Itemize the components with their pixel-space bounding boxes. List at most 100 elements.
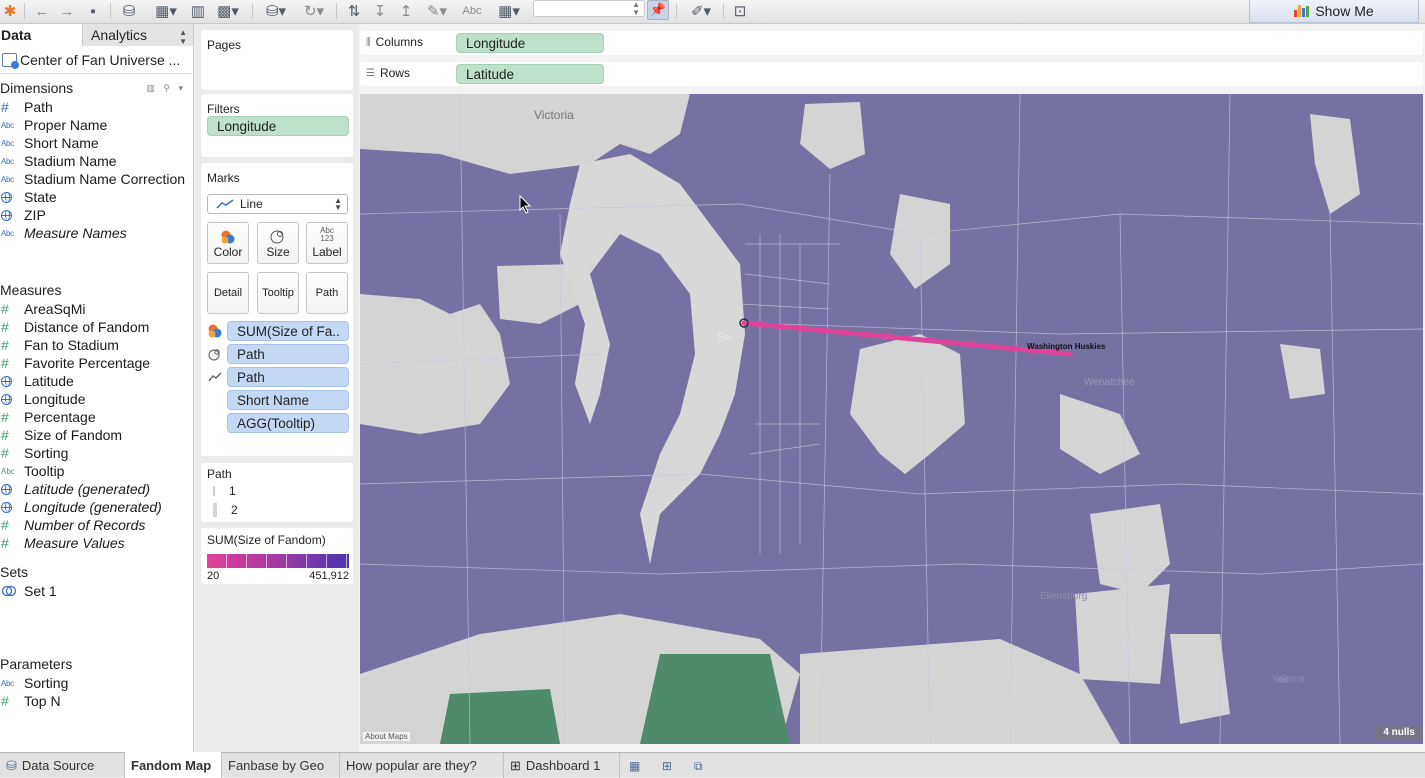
path-legend-card[interactable]: Path 1 2 <box>201 463 353 522</box>
field-item[interactable]: # Distance of Fandom <box>0 318 149 336</box>
field-item[interactable]: Abc Short Name <box>0 134 99 152</box>
field-item[interactable]: Abc Stadium Name Correction <box>0 170 185 188</box>
save-icon[interactable]: ▪ <box>84 1 102 21</box>
field-item[interactable]: Latitude <box>0 372 74 390</box>
field-item[interactable]: # Path <box>0 98 53 116</box>
tab-fanbase-by-geo[interactable]: Fanbase by Geo <box>222 753 340 778</box>
fix-axes-button[interactable]: 📌 <box>647 0 669 20</box>
field-item[interactable]: # Size of Fandom <box>0 426 122 444</box>
sort-ascending-icon[interactable]: ↧ <box>370 1 390 21</box>
tableau-logo-icon[interactable]: ✱ <box>2 1 18 21</box>
marks-pill-size-of-fandom[interactable]: SUM(Size of Fa.. <box>227 321 349 341</box>
field-item[interactable]: Abc Tooltip <box>0 462 64 480</box>
measure-hash-icon: # <box>1 319 9 335</box>
path-legend-item[interactable]: 1 <box>213 484 236 498</box>
columns-icon: ⫼ <box>366 36 371 48</box>
field-item[interactable]: State <box>0 188 57 206</box>
forest-region <box>640 654 790 744</box>
tab-analytics[interactable]: Analytics ▲ ▼ <box>82 24 193 46</box>
tab-fandom-map[interactable]: Fandom Map <box>124 752 222 778</box>
marks-pill-path[interactable]: Path <box>227 367 349 387</box>
tooltip-button[interactable]: Tooltip <box>257 272 299 314</box>
marks-pill-short-name[interactable]: Short Name <box>227 390 349 410</box>
field-item[interactable]: Abc Measure Names <box>0 224 127 242</box>
nulls-indicator[interactable]: 4 nulls <box>1375 725 1423 740</box>
field-item[interactable]: Abc Proper Name <box>0 116 107 134</box>
path-button-label: Path <box>315 287 339 299</box>
redo-icon[interactable]: → <box>57 1 77 21</box>
new-worksheet-icon[interactable]: ▦▾ <box>150 1 182 21</box>
color-gradient-ramp <box>207 554 349 568</box>
new-dashboard-icon[interactable]: ⊞ <box>662 759 672 773</box>
field-item[interactable]: Longitude <box>0 390 86 408</box>
undo-icon[interactable]: ← <box>32 1 52 21</box>
color-button[interactable]: Color <box>207 222 249 264</box>
fit-select[interactable]: ▲ ▼ <box>533 0 645 17</box>
field-item[interactable]: ZIP <box>0 206 46 224</box>
show-me-button[interactable]: Show Me <box>1249 0 1419 23</box>
pane-menu-icon[interactable]: ▲ ▼ <box>179 28 187 46</box>
washington-huskies-label[interactable]: Washington Huskies <box>1027 342 1105 351</box>
field-label: Longitude <box>24 391 86 407</box>
color-legend-min: 20 <box>207 570 220 582</box>
field-item[interactable]: # AreaSqMi <box>0 300 85 318</box>
label-button[interactable]: Abc 123 Label <box>306 222 348 264</box>
presentation-mode-icon[interactable]: ⊡ <box>730 1 750 21</box>
pause-updates-icon[interactable]: ⛁▾ <box>260 1 292 21</box>
about-maps-link[interactable]: About Maps <box>363 732 410 741</box>
marks-pill-tooltip[interactable]: AGG(Tooltip) <box>227 413 349 433</box>
columns-shelf[interactable]: ⫼ Columns Longitude <box>360 31 1423 55</box>
fit-dropdown-icon[interactable]: ▦▾ <box>492 1 526 21</box>
filter-pill-longitude[interactable]: Longitude <box>207 116 349 136</box>
new-datasource-icon[interactable]: ⛁ <box>118 1 140 21</box>
tab-data-source[interactable]: ⛁ Data Source <box>0 753 125 778</box>
field-item[interactable]: Set 1 <box>0 582 57 600</box>
field-item[interactable]: # Measure Values <box>0 534 125 552</box>
tab-dashboard-1[interactable]: ⊞ Dashboard 1 <box>504 753 620 778</box>
rows-shelf[interactable]: ☰ Rows Latitude <box>360 62 1423 86</box>
datasource-icon <box>2 52 19 69</box>
label-button-label: Label <box>312 245 342 259</box>
tab-data[interactable]: Data <box>0 24 82 46</box>
clear-sheet-icon[interactable]: ▩▾ <box>212 1 244 21</box>
marks-pill-path-size[interactable]: Path <box>227 344 349 364</box>
tab-how-popular[interactable]: How popular are they? <box>340 753 504 778</box>
path-button[interactable]: Path <box>306 272 348 314</box>
color-legend-card[interactable]: SUM(Size of Fandom) 20 451,912 <box>201 528 353 584</box>
sort-descending-icon[interactable]: ↥ <box>396 1 416 21</box>
columns-pill-longitude[interactable]: Longitude <box>456 33 604 53</box>
string-abc-icon: Abc <box>1 120 14 130</box>
path-legend-item[interactable]: 2 <box>213 503 238 517</box>
field-item[interactable]: Latitude (generated) <box>0 480 150 498</box>
dimensions-tools-icon[interactable]: ▥ ⚲ ▾ <box>146 83 186 94</box>
show-mark-labels-icon[interactable]: Abc <box>459 1 485 21</box>
annotate-icon[interactable]: ✐▾ <box>684 1 718 21</box>
filters-card[interactable]: Filters Longitude <box>201 94 353 157</box>
field-item[interactable]: # Fan to Stadium <box>0 336 119 354</box>
field-item[interactable]: Abc Stadium Name <box>0 152 117 170</box>
rows-pill-latitude[interactable]: Latitude <box>456 64 604 84</box>
swap-rows-columns-icon[interactable]: ⇅ <box>344 1 364 21</box>
field-item[interactable]: # Sorting <box>0 444 68 462</box>
field-item[interactable]: Abc Sorting <box>0 674 68 692</box>
field-item[interactable]: # Number of Records <box>0 516 145 534</box>
map-view[interactable]: Victoria Se Wenatchee Ellensburg Yakima … <box>360 94 1423 744</box>
duplicate-sheet-icon[interactable]: ▥ <box>188 1 208 21</box>
pages-card[interactable]: Pages <box>201 30 353 90</box>
refresh-icon[interactable]: ↻▾ <box>298 1 330 21</box>
field-item[interactable]: # Favorite Percentage <box>0 354 150 372</box>
detail-button-label: Detail <box>213 287 243 299</box>
field-item[interactable]: # Percentage <box>0 408 96 426</box>
field-item[interactable]: # Top N <box>0 692 61 710</box>
new-worksheet-icon[interactable]: ▦ <box>629 759 640 773</box>
mark-type-select[interactable]: Line ▲ ▼ <box>207 194 348 214</box>
field-label: Stadium Name Correction <box>24 171 186 187</box>
field-item[interactable]: Longitude (generated) <box>0 498 162 516</box>
tab-label: How popular are they? <box>346 758 477 773</box>
datasource-item[interactable]: Center of Fan Universe ... <box>0 46 193 74</box>
detail-button[interactable]: Detail <box>207 272 249 314</box>
new-story-icon[interactable]: ⧉ <box>694 759 703 774</box>
size-button[interactable]: Size <box>257 222 299 264</box>
marks-pill-label: Path <box>237 346 265 362</box>
highlight-icon[interactable]: ✎▾ <box>420 1 454 21</box>
